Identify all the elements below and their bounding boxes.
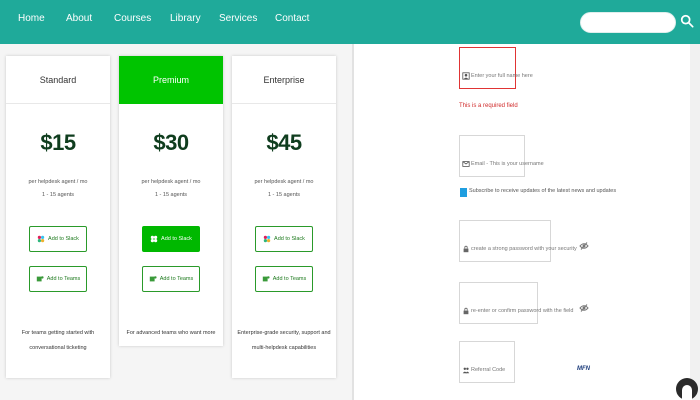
plan-footnote-line1: For advanced teams who want more [126,330,216,336]
password-field[interactable]: create a strong password with your secur… [459,220,577,262]
updates-label: Subscribe to receive updates of the late… [469,188,617,194]
plan-price: $30 [153,130,189,155]
nav-home-link[interactable]: Home [18,13,45,24]
email-field[interactable]: Email - This is your username [459,135,544,177]
slack-icon [150,235,158,243]
plan-title: Premium [119,56,223,104]
password-placeholder: create a strong password with your secur… [471,246,577,252]
name-error-message: This is a required field [459,103,518,109]
mail-icon [462,161,470,167]
captcha-text: MFN [577,366,590,372]
plan-footnote-line2: conversational ticketing [29,345,87,351]
pricing-card-standard: Standard $15 per helpdesk agent / mo 1 -… [6,56,110,378]
full-name-placeholder: Enter your full name here [471,73,533,79]
search-input[interactable] [580,12,676,33]
button-label: Add to Slack [274,236,305,242]
plan-rate: per helpdesk agent / mo [28,179,88,185]
slack-icon [37,235,45,243]
nav-services-link[interactable]: Services [219,13,257,24]
button-label: Add to Teams [159,276,194,282]
teams-icon [36,276,44,282]
person-icon [462,72,470,80]
plan-footnote-line2: multi-helpdesk capabilities [251,345,317,351]
updates-checkbox[interactable] [460,188,467,197]
users-icon [462,367,470,374]
confirm-password-placeholder: re-enter or confirm password with the fi… [471,308,574,314]
search-icon[interactable] [680,14,694,28]
button-label: Add to Teams [272,276,307,282]
top-nav: Home About Courses Library Services Cont… [0,0,700,44]
pricing-card-premium: Premium $30 per helpdesk agent / mo 1 - … [119,56,223,346]
button-label: Add to Slack [161,236,192,242]
slack-icon [263,235,271,243]
nav-contact-link[interactable]: Contact [275,13,309,24]
add-to-slack-button[interactable]: Add to Slack [255,226,313,252]
plan-rate: per helpdesk agent / mo [141,179,201,185]
button-label: Add to Teams [46,276,81,282]
button-label: Add to Slack [48,236,79,242]
add-to-slack-button[interactable]: Add to Slack [29,226,87,252]
nav-about-link[interactable]: About [66,13,92,24]
plan-footnote-line1: For teams getting started with [21,330,95,336]
plan-title: Standard [6,56,110,104]
plan-agents: 1 - 15 agents [267,192,301,198]
eye-toggle-icon[interactable] [579,303,589,313]
lock-icon [463,307,469,315]
plan-footnote-line1: Enterprise-grade security, support and [237,330,331,336]
add-to-teams-button[interactable]: Add to Teams [29,266,87,292]
confirm-password-field[interactable]: re-enter or confirm password with the fi… [459,282,573,324]
plan-price: $45 [266,130,302,155]
nav-courses-link[interactable]: Courses [114,13,151,24]
email-placeholder: Email - This is your username [471,161,544,167]
eye-toggle-icon[interactable] [579,241,589,251]
add-to-teams-button[interactable]: Add to Teams [255,266,313,292]
full-name-field[interactable]: Enter your full name here [459,47,533,89]
scrollbar[interactable] [690,44,700,400]
teams-icon [262,276,270,282]
plan-price: $15 [40,130,76,155]
plan-agents: 1 - 15 agents [41,192,75,198]
add-to-slack-button[interactable]: Add to Slack [142,226,200,252]
plan-rate: per helpdesk agent / mo [254,179,314,185]
plan-agents: 1 - 15 agents [154,192,188,198]
arrow-up-icon [682,385,692,400]
teams-icon [149,276,157,282]
section-divider [352,44,354,400]
nav-library-link[interactable]: Library [170,13,201,24]
pricing-card-enterprise: Enterprise $45 per helpdesk agent / mo 1… [232,56,336,378]
lock-icon [463,245,469,253]
referral-code-field[interactable]: Referral Code [459,341,515,383]
plan-title: Enterprise [232,56,336,104]
referral-placeholder: Referral Code [471,367,506,373]
add-to-teams-button[interactable]: Add to Teams [142,266,200,292]
